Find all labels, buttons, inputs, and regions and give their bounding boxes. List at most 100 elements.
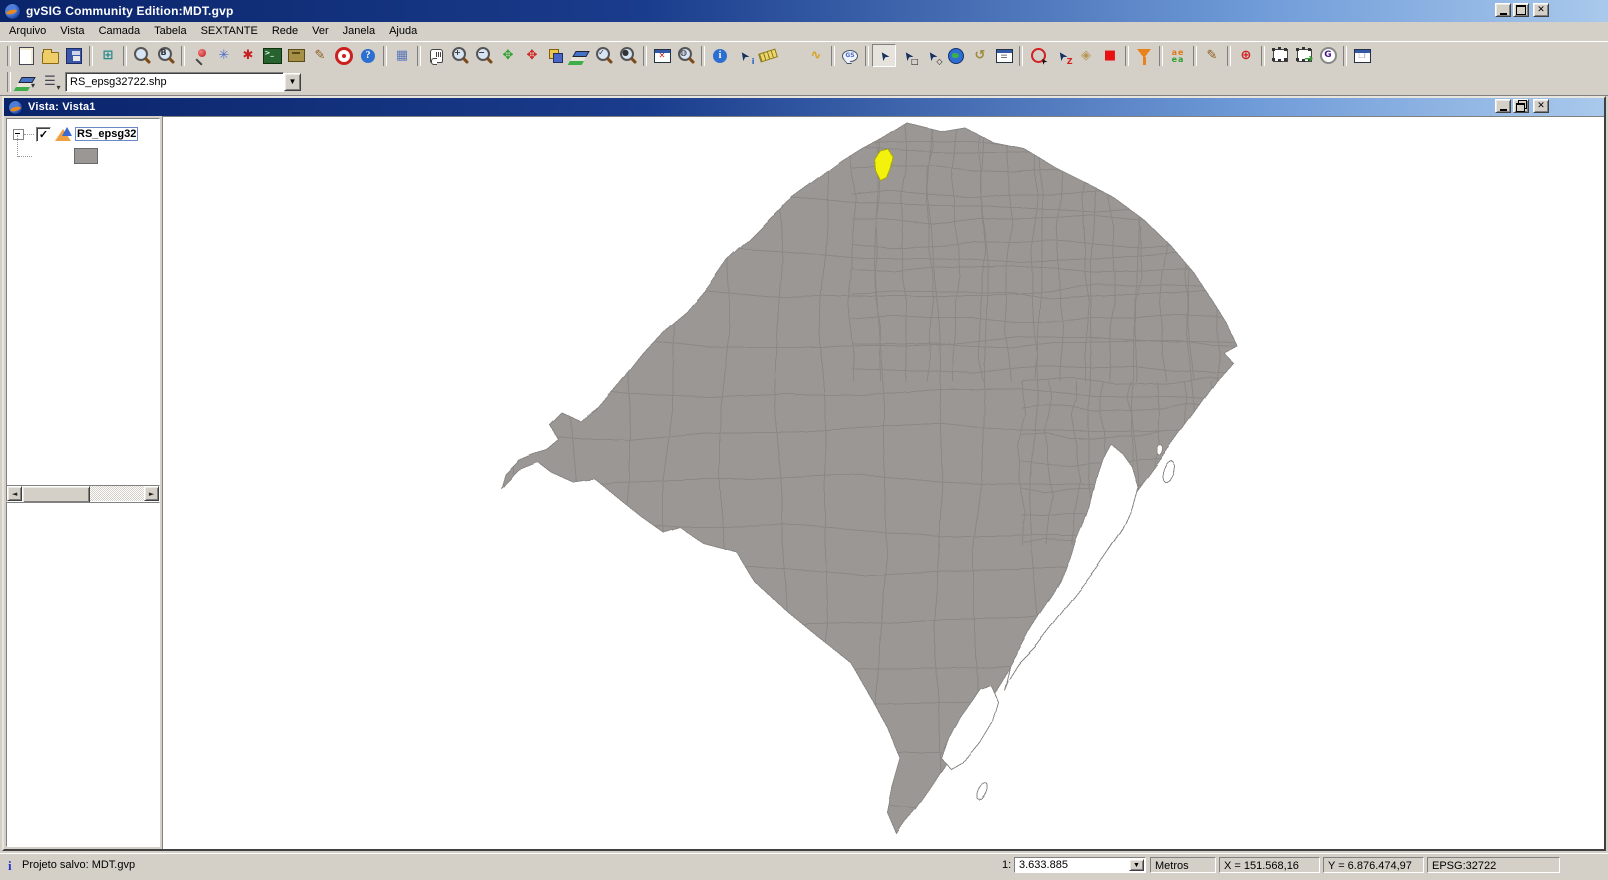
toolbar-button-measure-area[interactable] [780, 44, 804, 67]
active-layer-value[interactable]: RS_epsg32722.shp [65, 72, 284, 92]
toolbar-button-layer-order[interactable]: ☰▾ [38, 70, 62, 93]
toolbar-button-quick-info[interactable]: ∿ [804, 44, 828, 67]
toolbar-button-print-preview[interactable] [130, 44, 154, 67]
layer-visibility-checkbox[interactable]: ✓ [36, 127, 51, 142]
table-manager-icon: ▦ [393, 46, 412, 65]
toolbar-button-select-point[interactable]: ➤ [872, 44, 896, 67]
map-canvas[interactable] [162, 116, 1604, 849]
magnifier-glyph: ✓ [597, 49, 607, 57]
help-icon: ? [361, 49, 375, 63]
toolbar-button-measure-distance[interactable] [756, 44, 780, 67]
toolbar-button-zoom-fit[interactable]: ✥ [496, 44, 520, 67]
toolbar-button-pin-tool[interactable] [188, 44, 212, 67]
toolbar-button-table-manager[interactable]: ▦ [390, 44, 414, 67]
toolbar-button-edit-notes[interactable]: ✎ [308, 44, 332, 67]
toolbar-button-open-project[interactable] [38, 44, 62, 67]
toolbar-button-fill-color[interactable]: ■ [1098, 44, 1122, 67]
center-to-point-icon: ⊕ [1237, 46, 1256, 65]
print-preview-icon [133, 46, 152, 65]
toolbar-button-geoprocessing[interactable]: ✱ [236, 44, 260, 67]
title-bar[interactable]: gvSIG Community Edition:MDT.gvp ✕ [0, 0, 1608, 22]
menu-ajuda[interactable]: Ajuda [382, 23, 424, 40]
layer-tree[interactable]: ✓ RS_epsg32 [6, 118, 160, 487]
menu-arquivo[interactable]: Arquivo [2, 23, 53, 40]
toolbar-button-zoom-manager[interactable]: ◍ [674, 44, 698, 67]
close-button[interactable]: ✕ [1533, 3, 1549, 17]
toolbar-button-center-to-point[interactable]: ⊕ [1234, 44, 1258, 67]
toolbar-button-zoom-to-layer[interactable] [568, 44, 592, 67]
toolbar-button-save-project[interactable] [62, 44, 86, 67]
vista-window: Vista: Vista1 ✕ ✓ RS_epsg32 [2, 96, 1606, 851]
toolbar-button-sextante-toolbox[interactable]: ✳ [212, 44, 236, 67]
label-letters: ea [1172, 56, 1185, 63]
toolbar-button-transform-a[interactable] [1268, 44, 1292, 67]
toolbar-button-select-polyline[interactable]: ➤Z [1050, 44, 1074, 67]
menu-janela[interactable]: Janela [336, 23, 382, 40]
minimize-button[interactable] [1495, 3, 1511, 17]
toolbar-button-attribute-table[interactable]: ☰ [992, 44, 1016, 67]
layer-tree-hscrollbar[interactable]: ◄ ► [6, 485, 160, 502]
menu-rede[interactable]: Rede [265, 23, 305, 40]
scrollbar-thumb[interactable] [22, 486, 90, 503]
scale-combo[interactable]: 3.633.885 ▼ [1014, 857, 1146, 873]
menu-vista[interactable]: Vista [53, 23, 91, 40]
vista-restore-button[interactable] [1513, 99, 1529, 113]
toolbar-button-text-labels[interactable]: aeea [1166, 44, 1190, 67]
toolbar-button-target[interactable] [332, 44, 356, 67]
toolbar-separator [7, 72, 11, 92]
edit-notes-icon: ✎ [311, 46, 330, 65]
toolbar-button-select-circle[interactable] [1026, 44, 1050, 67]
menu-camada[interactable]: Camada [92, 23, 148, 40]
main-toolbar: ⊞B✳✱>_✎?▦+−✥✥✓●✕◍i➤i∿GS➤➤□➤◇↺☰➤Z◈■aeea✎⊕… [0, 41, 1608, 69]
menu-tabela[interactable]: Tabela [147, 23, 193, 40]
toolbar-button-transform-b[interactable]: ➜ [1292, 44, 1316, 67]
menu-ver[interactable]: Ver [305, 23, 336, 40]
toolbar-button-select-polygon[interactable]: ➤◇ [920, 44, 944, 67]
toolbar-button-pan[interactable] [424, 44, 448, 67]
toolbar-button-zoom-out[interactable]: − [472, 44, 496, 67]
toolbar-button-filter[interactable] [1132, 44, 1156, 67]
vista-close-button[interactable]: ✕ [1533, 99, 1549, 113]
toolbar-button-zoom-full-extent[interactable]: ✥ [520, 44, 544, 67]
active-layer-dropdown-button[interactable]: ▼ [284, 73, 301, 91]
toolbar-button-select-rectangle[interactable]: ➤□ [896, 44, 920, 67]
toolbar-button-start-editing[interactable]: ✎ [1200, 44, 1224, 67]
toolbar-button-web-map[interactable] [944, 44, 968, 67]
toolbar-button-search-catalog[interactable]: B [154, 44, 178, 67]
toolbar-separator [1261, 46, 1265, 66]
toolbar-button-add-view[interactable]: ⊞ [96, 44, 120, 67]
layer-name-label[interactable]: RS_epsg32 [75, 127, 138, 141]
active-layer-combo[interactable]: RS_epsg32722.shp ▼ [65, 72, 301, 92]
toolbar-button-console[interactable]: >_ [260, 44, 284, 67]
toolbar-button-zoom-previous[interactable] [544, 44, 568, 67]
select-polyline-icon: ➤Z [1053, 46, 1072, 65]
maximize-button[interactable] [1513, 3, 1529, 17]
toolbar-button-feature-info[interactable]: ➤i [732, 44, 756, 67]
vista-minimize-button[interactable] [1495, 99, 1511, 113]
toolbar-button-info[interactable]: i [708, 44, 732, 67]
toolbar-button-buffer[interactable]: ◈ [1074, 44, 1098, 67]
toolbar-button-georeferencing[interactable]: G [1316, 44, 1340, 67]
scrollbar-track[interactable] [22, 486, 144, 501]
toolbar-button-history[interactable] [284, 44, 308, 67]
scroll-right-button[interactable]: ► [144, 486, 159, 501]
toolbar-button-new-project[interactable] [14, 44, 38, 67]
buffer-icon: ◈ [1077, 46, 1096, 65]
feature-info-icon: ➤i [735, 46, 754, 65]
toolbar-button-zoom-select[interactable]: ✓ [592, 44, 616, 67]
toolbar-button-zoom-back[interactable]: ● [616, 44, 640, 67]
toolbar-button-zoom-in[interactable]: + [448, 44, 472, 67]
scale-dropdown-button[interactable]: ▼ [1129, 859, 1144, 871]
scroll-left-button[interactable]: ◄ [7, 486, 22, 501]
toolbar-button-tile-windows[interactable]: ❐ [1350, 44, 1374, 67]
toolbar-button-hyperlink[interactable]: GS [838, 44, 862, 67]
toolbar-separator [831, 46, 835, 66]
toolbar-button-help[interactable]: ? [356, 44, 380, 67]
vista-title-bar[interactable]: Vista: Vista1 ✕ [4, 98, 1604, 116]
toolbar-button-locator-map[interactable]: ✕ [650, 44, 674, 67]
fill-color-icon: ■ [1101, 46, 1120, 65]
menu-sextante[interactable]: SEXTANTE [194, 23, 265, 40]
toolbar-button-refresh-selection[interactable]: ↺ [968, 44, 992, 67]
toolbar-button-layer-visibility[interactable]: ▾ [14, 70, 38, 93]
toolbar-separator [701, 46, 705, 66]
